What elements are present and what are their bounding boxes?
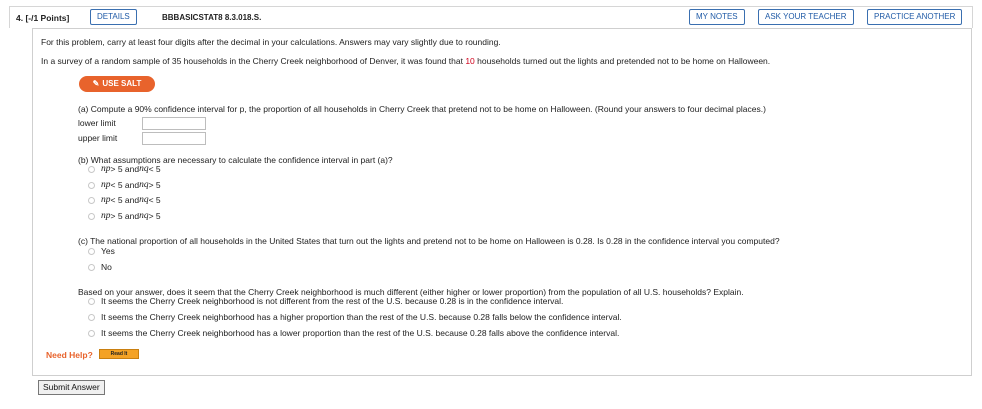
explain-option-1[interactable]: It seems the Cherry Creek neighborhood i… xyxy=(88,296,563,306)
details-button[interactable]: DETAILS xyxy=(90,9,137,25)
part-c-question: (c) The national proportion of all house… xyxy=(78,236,780,246)
radio-button[interactable] xyxy=(88,329,95,337)
submit-answer-button[interactable]: Submit Answer xyxy=(38,380,105,395)
radio-button[interactable] xyxy=(88,297,95,305)
radio-button[interactable] xyxy=(88,181,95,189)
pencil-icon: ✎ xyxy=(92,79,100,88)
lower-limit-input[interactable] xyxy=(142,117,206,130)
part-a-question: (a) Compute a 90% confidence interval fo… xyxy=(78,104,766,114)
assumption-option-1[interactable]: np > 5 and nq < 5 xyxy=(88,164,161,174)
practice-another-button[interactable]: PRACTICE ANOTHER xyxy=(867,9,963,25)
radio-button[interactable] xyxy=(88,212,95,220)
assumption-option-4[interactable]: np > 5 and nq > 5 xyxy=(88,211,161,221)
assumption-option-2[interactable]: np < 5 and nq > 5 xyxy=(88,180,161,190)
need-help-label: Need Help? xyxy=(46,350,93,360)
radio-button[interactable] xyxy=(88,263,95,271)
points-label: 4. [-/1 Points] xyxy=(16,13,70,23)
upper-limit-label: upper limit xyxy=(78,133,118,143)
problem-highlight-value: 10 xyxy=(465,56,475,66)
upper-limit-input[interactable] xyxy=(142,132,206,145)
question-panel xyxy=(32,28,972,376)
radio-button[interactable] xyxy=(88,313,95,321)
radio-button[interactable] xyxy=(88,196,95,204)
radio-button[interactable] xyxy=(88,165,95,173)
use-salt-button[interactable]: ✎ USE SALT xyxy=(79,76,155,92)
problem-text-end: households turned out the lights and pre… xyxy=(474,56,771,66)
ask-teacher-button[interactable]: ASK YOUR TEACHER xyxy=(758,9,854,25)
question-header: 4. [-/1 Points] DETAILS BBBASICSTAT8 8.3… xyxy=(9,6,973,28)
lower-limit-label: lower limit xyxy=(78,118,116,128)
read-it-button[interactable]: Read It xyxy=(99,349,139,359)
problem-text-start: In a survey of a random sample of 35 hou… xyxy=(41,56,466,66)
instruction-text: For this problem, carry at least four di… xyxy=(41,37,501,47)
yes-option[interactable]: Yes xyxy=(88,246,115,256)
assumption-option-3[interactable]: np < 5 and nq < 5 xyxy=(88,195,161,205)
my-notes-button[interactable]: MY NOTES xyxy=(689,9,745,25)
explain-option-2[interactable]: It seems the Cherry Creek neighborhood h… xyxy=(88,312,622,322)
explain-option-3[interactable]: It seems the Cherry Creek neighborhood h… xyxy=(88,328,619,338)
radio-button[interactable] xyxy=(88,247,95,255)
problem-statement: In a survey of a random sample of 35 hou… xyxy=(41,56,770,66)
use-salt-label: USE SALT xyxy=(102,79,142,88)
problem-code: BBBASICSTAT8 8.3.018.S. xyxy=(162,13,262,22)
no-option[interactable]: No xyxy=(88,262,112,272)
